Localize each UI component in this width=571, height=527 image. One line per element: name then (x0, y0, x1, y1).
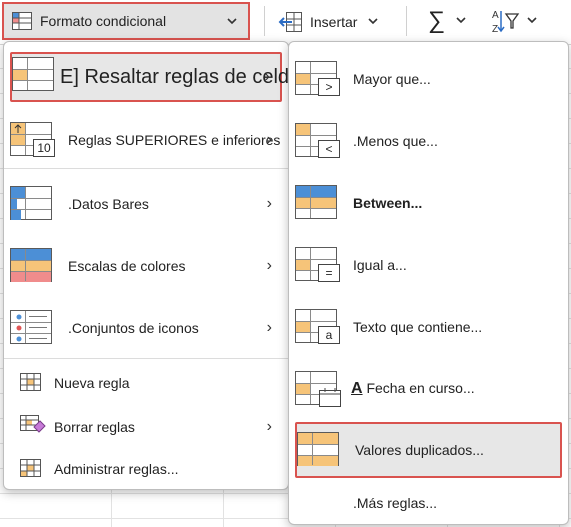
submenu-item-label: Mayor que... (353, 71, 431, 87)
chevron-down-icon (226, 14, 238, 30)
eraser-icon (10, 412, 46, 442)
menu-item-data-bars[interactable]: .Datos Bares › (10, 178, 282, 230)
submenu-item-duplicate-values[interactable]: Valores duplicados... (295, 422, 562, 478)
menu-item-label: E] Resaltar reglas de celdas (60, 65, 311, 88)
menu-item-label: .Conjuntos de iconos (68, 320, 199, 336)
submenu-item-text-contains[interactable]: a Texto que contiene... (295, 300, 562, 354)
conditional-format-label: Formato condicional (40, 13, 167, 29)
submenu-item-label: A Fecha en curso... (351, 380, 475, 398)
top-ten-badge: 10 (33, 139, 55, 157)
menu-item-top-bottom-rules[interactable]: 10 Reglas SUPERIORES e inferiores › (10, 114, 282, 166)
submenu-item-less-than[interactable]: < .Menos que... (295, 114, 562, 168)
icon-sets-icon (10, 306, 54, 350)
submenu-item-between[interactable]: Between... (295, 176, 562, 230)
text-contains-icon: a (295, 305, 340, 349)
menu-item-highlight-cell-rules[interactable]: E] Resaltar reglas de celdas › (10, 52, 310, 102)
submenu-item-equal-to[interactable]: = Igual a... (295, 238, 562, 292)
insert-button[interactable]: Insertar (278, 8, 379, 36)
submenu-item-label: Between... (353, 195, 423, 211)
ribbon: Formato condicional Insertar ∑ A Z (0, 0, 571, 45)
chevron-right-icon: › (266, 195, 272, 212)
autosum-button[interactable]: ∑ (428, 6, 467, 36)
menu-item-label: Borrar reglas (54, 419, 135, 435)
chevron-right-icon: › (264, 68, 270, 85)
menu-item-icon-sets[interactable]: .Conjuntos de iconos › (10, 302, 282, 354)
chevron-down-icon (367, 14, 379, 30)
insert-label: Insertar (310, 14, 358, 30)
menu-item-manage-rules[interactable]: Administrar reglas... (10, 454, 282, 484)
submenu-item-label: Texto que contiene... (353, 319, 483, 335)
submenu-item-date-occurring[interactable]: A Fecha en curso... (295, 362, 562, 416)
data-bars-icon (10, 182, 54, 226)
svg-text:A: A (492, 10, 499, 21)
menu-divider (4, 168, 288, 169)
ribbon-separator (264, 6, 265, 36)
highlight-cell-rules-submenu: > Mayor que... < .Menos que... Between..… (288, 41, 569, 525)
highlight-cells-icon (12, 55, 56, 99)
insert-cells-icon (278, 12, 302, 32)
menu-item-new-rule[interactable]: Nueva regla (10, 368, 282, 398)
submenu-item-label: Valores duplicados... (355, 442, 484, 458)
submenu-item-greater-than[interactable]: > Mayor que... (295, 52, 562, 106)
menu-item-label: Escalas de colores (68, 258, 186, 274)
color-scales-icon (10, 244, 54, 288)
menu-item-clear-rules[interactable]: Borrar reglas › (10, 412, 282, 442)
sigma-icon: ∑ (428, 7, 446, 34)
new-rule-icon (10, 368, 41, 398)
date-prefix: A (351, 380, 363, 397)
submenu-item-label: .Menos que... (353, 133, 438, 149)
conditional-format-icon (12, 12, 32, 30)
duplicate-values-icon (297, 428, 341, 472)
menu-item-label: .Datos Bares (68, 196, 149, 212)
submenu-item-label: .Más reglas... (353, 495, 438, 511)
chevron-down-icon (455, 13, 467, 29)
menu-divider (4, 358, 288, 359)
menu-item-label: Reglas SUPERIORES e inferiores (68, 132, 281, 148)
submenu-item-label: Igual a... (353, 257, 407, 273)
date-label: Fecha en curso... (366, 380, 475, 396)
less-than-icon: < (295, 119, 340, 163)
manage-rules-icon (10, 454, 41, 484)
ribbon-separator (406, 6, 407, 36)
top-bottom-rules-icon: 10 (10, 118, 55, 162)
chevron-right-icon: › (266, 418, 272, 435)
submenu-item-more-rules[interactable]: .Más reglas... (295, 488, 562, 518)
sort-filter-button[interactable]: A Z (490, 6, 538, 36)
chevron-down-icon (526, 13, 538, 29)
greater-than-icon: > (295, 57, 340, 101)
menu-item-label: Nueva regla (54, 375, 130, 391)
chevron-right-icon: › (266, 319, 272, 336)
menu-item-color-scales[interactable]: Escalas de colores › (10, 240, 282, 292)
chevron-right-icon: › (266, 257, 272, 274)
sort-filter-icon: A Z (492, 10, 520, 34)
menu-item-label: Administrar reglas... (54, 461, 179, 477)
conditional-format-button[interactable]: Formato condicional (2, 2, 250, 40)
conditional-format-menu: E] Resaltar reglas de celdas › 10 Reglas… (3, 41, 310, 490)
svg-text:Z: Z (492, 24, 498, 34)
chevron-right-icon: › (266, 131, 272, 148)
calendar-icon (295, 367, 341, 411)
equal-to-icon: = (295, 243, 340, 287)
between-icon (295, 181, 339, 225)
